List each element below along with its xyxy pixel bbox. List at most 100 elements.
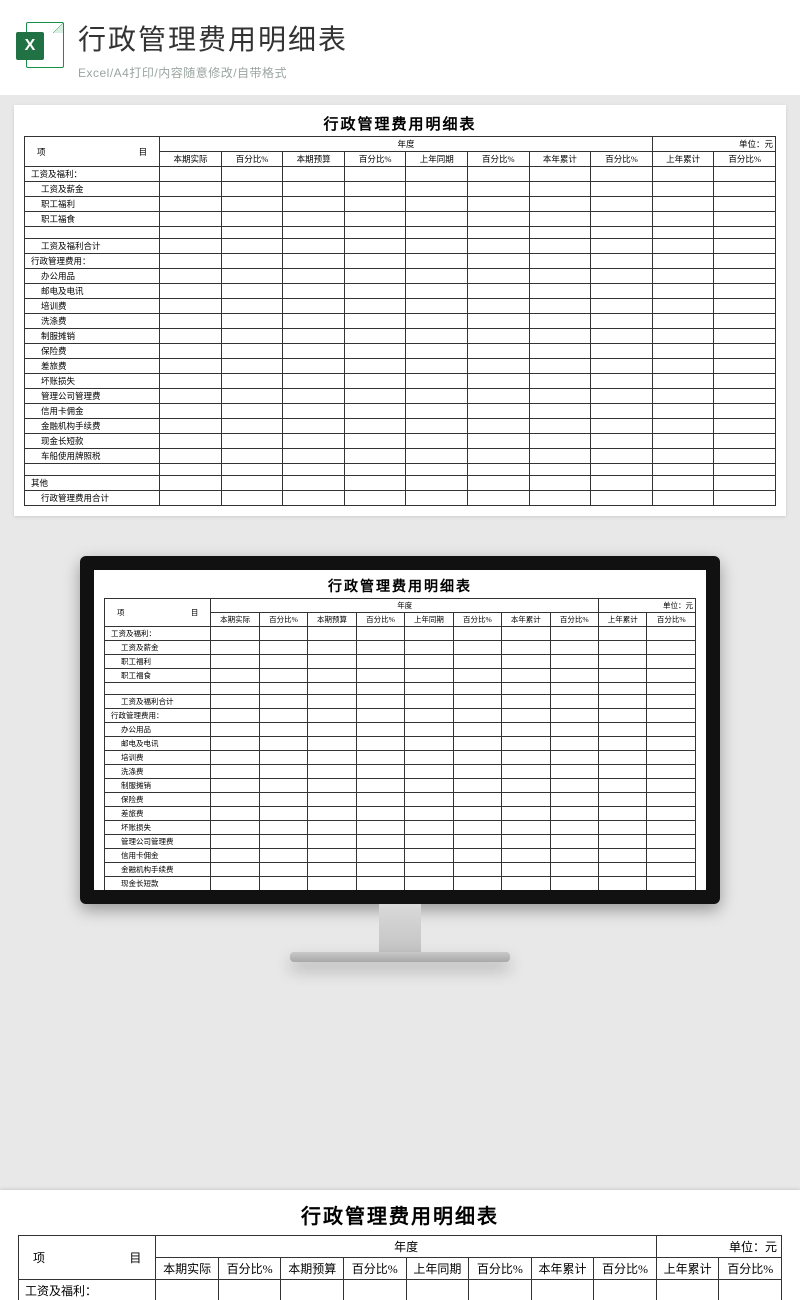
cell[interactable] xyxy=(356,877,404,891)
cell[interactable] xyxy=(405,751,453,765)
cell[interactable] xyxy=(652,197,714,212)
cell[interactable] xyxy=(308,695,356,709)
cell[interactable] xyxy=(468,449,530,464)
cell[interactable] xyxy=(599,849,647,863)
cell[interactable] xyxy=(221,269,283,284)
cell[interactable] xyxy=(356,793,404,807)
cell[interactable] xyxy=(591,344,653,359)
cell[interactable] xyxy=(406,284,468,299)
cell[interactable] xyxy=(550,641,598,655)
cell[interactable] xyxy=(344,314,406,329)
cell[interactable] xyxy=(652,284,714,299)
cell[interactable] xyxy=(221,227,283,239)
cell[interactable] xyxy=(344,491,406,506)
cell[interactable] xyxy=(529,182,591,197)
cell[interactable] xyxy=(529,404,591,419)
cell[interactable] xyxy=(160,464,222,476)
cell[interactable] xyxy=(469,1280,532,1300)
cell[interactable] xyxy=(283,389,345,404)
cell[interactable] xyxy=(468,212,530,227)
cell[interactable] xyxy=(211,779,259,793)
cell[interactable] xyxy=(406,239,468,254)
cell[interactable] xyxy=(160,491,222,506)
cell[interactable] xyxy=(647,849,696,863)
cell[interactable] xyxy=(160,269,222,284)
cell[interactable] xyxy=(259,627,307,641)
cell[interactable] xyxy=(356,807,404,821)
cell[interactable] xyxy=(283,239,345,254)
cell[interactable] xyxy=(406,314,468,329)
cell[interactable] xyxy=(652,476,714,491)
cell[interactable] xyxy=(468,197,530,212)
cell[interactable] xyxy=(453,765,501,779)
cell[interactable] xyxy=(283,449,345,464)
cell[interactable] xyxy=(308,683,356,695)
cell[interactable] xyxy=(211,863,259,877)
cell[interactable] xyxy=(259,751,307,765)
cell[interactable] xyxy=(344,359,406,374)
cell[interactable] xyxy=(714,197,776,212)
cell[interactable] xyxy=(647,835,696,849)
cell[interactable] xyxy=(652,182,714,197)
cell[interactable] xyxy=(647,683,696,695)
cell[interactable] xyxy=(406,374,468,389)
cell[interactable] xyxy=(550,863,598,877)
cell[interactable] xyxy=(714,476,776,491)
cell[interactable] xyxy=(714,329,776,344)
cell[interactable] xyxy=(160,374,222,389)
cell[interactable] xyxy=(502,807,550,821)
cell[interactable] xyxy=(211,793,259,807)
cell[interactable] xyxy=(405,807,453,821)
cell[interactable] xyxy=(221,197,283,212)
cell[interactable] xyxy=(406,389,468,404)
cell[interactable] xyxy=(550,793,598,807)
cell[interactable] xyxy=(599,807,647,821)
cell[interactable] xyxy=(453,669,501,683)
cell[interactable] xyxy=(283,464,345,476)
cell[interactable] xyxy=(406,491,468,506)
cell[interactable] xyxy=(502,669,550,683)
cell[interactable] xyxy=(344,299,406,314)
cell[interactable] xyxy=(453,863,501,877)
cell[interactable] xyxy=(468,464,530,476)
cell[interactable] xyxy=(405,793,453,807)
cell[interactable] xyxy=(405,779,453,793)
cell[interactable] xyxy=(405,669,453,683)
cell[interactable] xyxy=(406,329,468,344)
cell[interactable] xyxy=(550,765,598,779)
cell[interactable] xyxy=(405,863,453,877)
cell[interactable] xyxy=(714,491,776,506)
cell[interactable] xyxy=(502,737,550,751)
cell[interactable] xyxy=(550,807,598,821)
cell[interactable] xyxy=(550,709,598,723)
cell[interactable] xyxy=(344,476,406,491)
cell[interactable] xyxy=(453,807,501,821)
cell[interactable] xyxy=(406,212,468,227)
cell[interactable] xyxy=(160,254,222,269)
cell[interactable] xyxy=(714,167,776,182)
cell[interactable] xyxy=(406,344,468,359)
cell[interactable] xyxy=(283,344,345,359)
cell[interactable] xyxy=(344,239,406,254)
cell[interactable] xyxy=(344,254,406,269)
cell[interactable] xyxy=(468,491,530,506)
cell[interactable] xyxy=(405,723,453,737)
cell[interactable] xyxy=(221,491,283,506)
cell[interactable] xyxy=(160,299,222,314)
cell[interactable] xyxy=(714,464,776,476)
cell[interactable] xyxy=(652,419,714,434)
cell[interactable] xyxy=(259,737,307,751)
cell[interactable] xyxy=(591,449,653,464)
cell[interactable] xyxy=(591,389,653,404)
cell[interactable] xyxy=(156,1280,219,1300)
cell[interactable] xyxy=(211,751,259,765)
cell[interactable] xyxy=(259,641,307,655)
cell[interactable] xyxy=(283,284,345,299)
cell[interactable] xyxy=(221,182,283,197)
cell[interactable] xyxy=(529,212,591,227)
cell[interactable] xyxy=(406,269,468,284)
cell[interactable] xyxy=(406,227,468,239)
cell[interactable] xyxy=(356,835,404,849)
cell[interactable] xyxy=(591,167,653,182)
cell[interactable] xyxy=(211,655,259,669)
